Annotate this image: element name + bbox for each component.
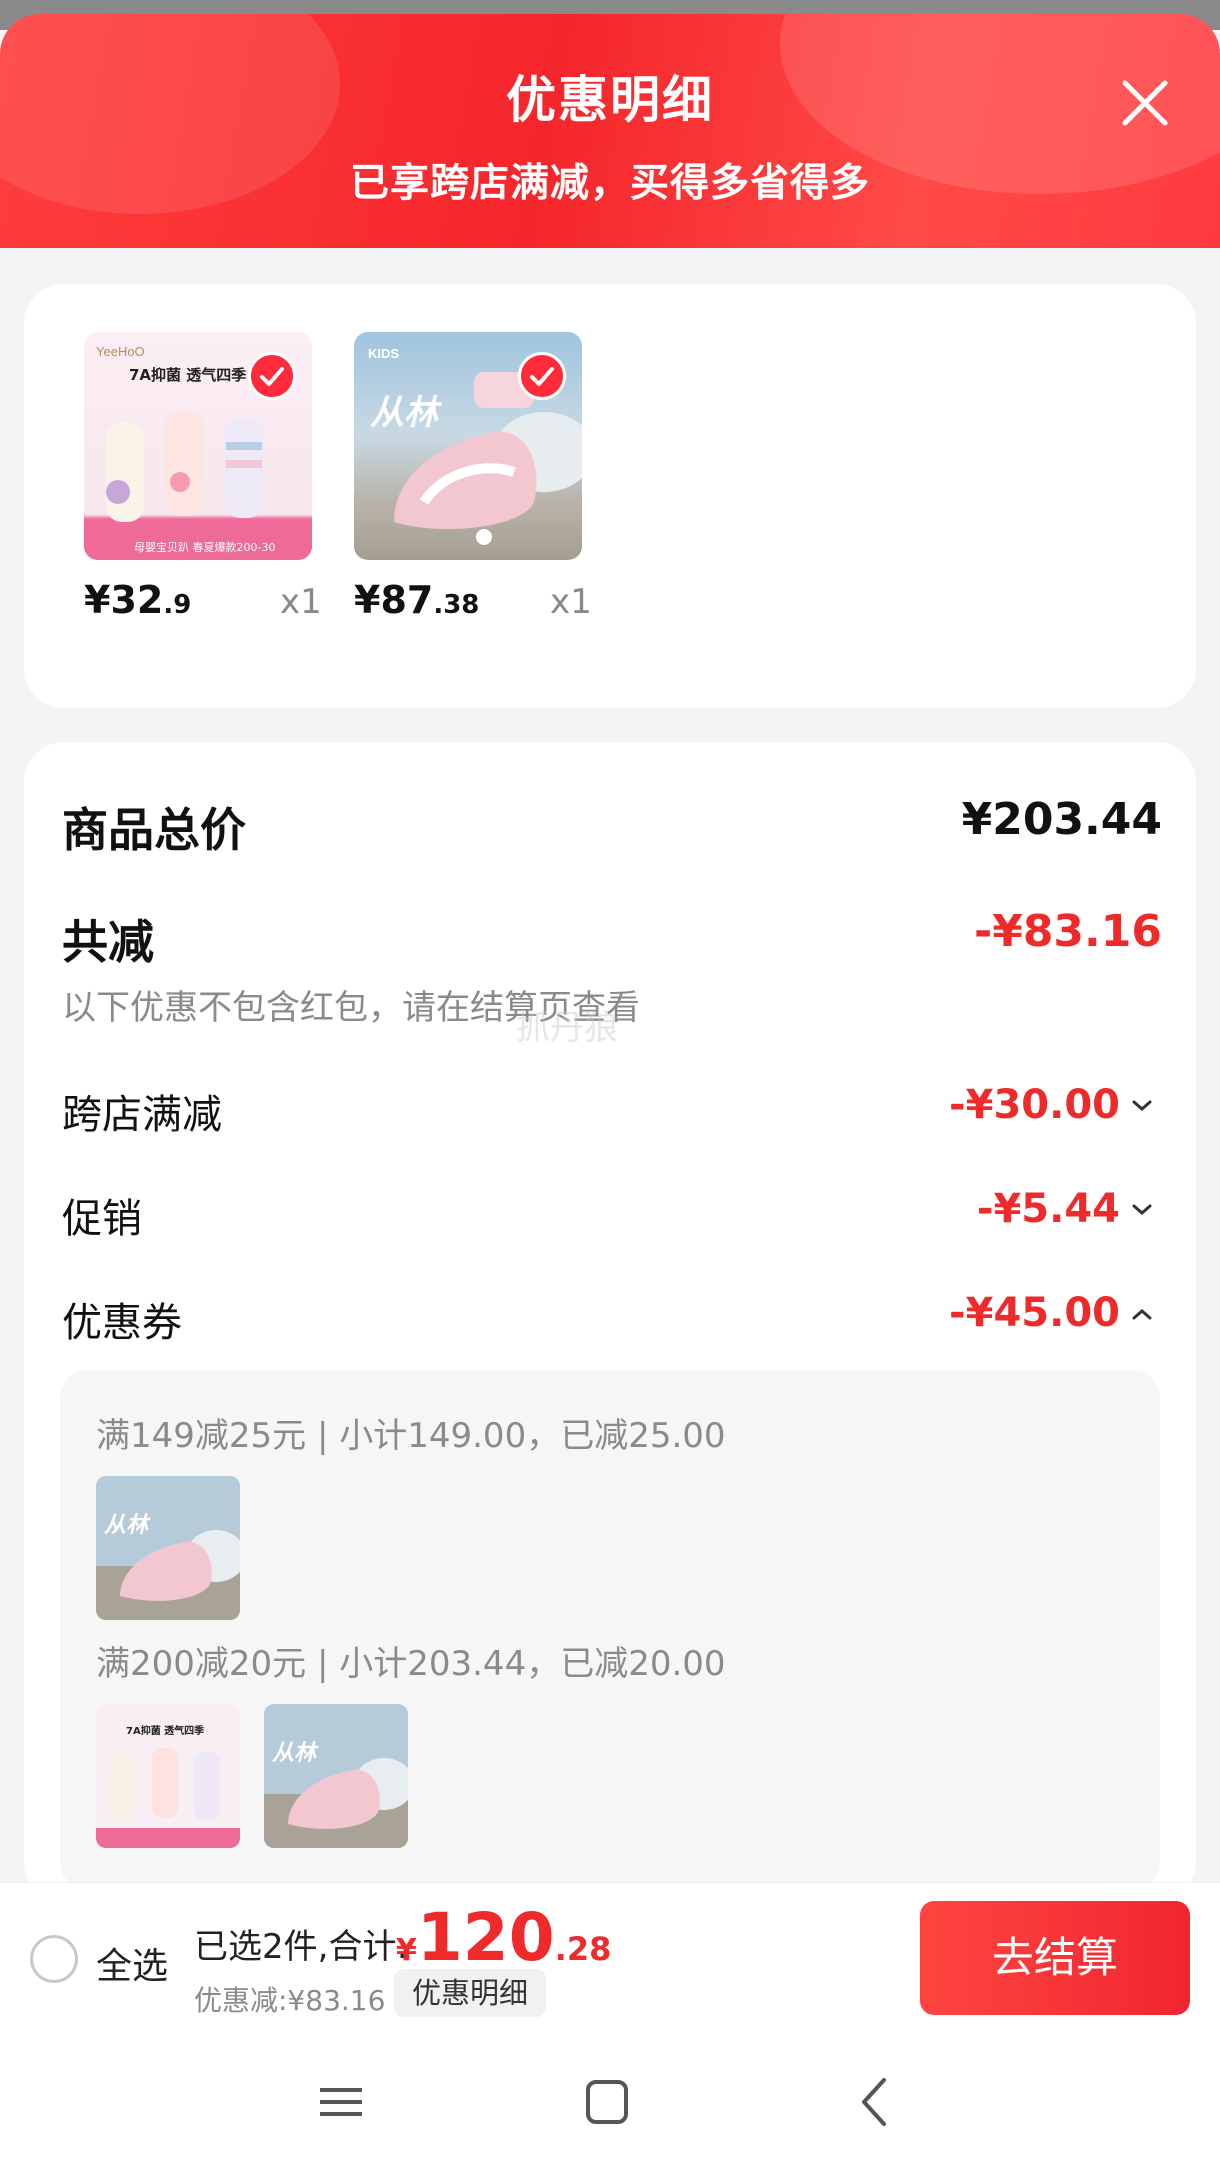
product-quantity: x1 <box>550 582 592 622</box>
system-nav-bar <box>0 2032 1220 2175</box>
watermark: 抓丹狼 <box>516 1008 618 1048</box>
chevron-down-icon[interactable] <box>1130 1094 1154 1118</box>
product-quantity: x1 <box>280 582 322 622</box>
total-price-label: 商品总价 <box>62 803 246 857</box>
screen: 优惠明细 已享跨店满减，买得多省得多 YeeHoO 7A抑菌 透气四季 母婴宝贝… <box>0 0 1220 2175</box>
back-icon[interactable] <box>840 2072 910 2132</box>
coupon-product-image[interactable]: 7A抑菌 透气四季 <box>96 1704 240 1848</box>
total-discount-row: 共减 -¥83.16 <box>62 906 1162 969</box>
saved-amount-text: 优惠减:¥83.16 <box>194 1984 386 2017</box>
product-item[interactable]: YeeHoO 7A抑菌 透气四季 母婴宝贝趴 春夏爆款200-30 <box>84 332 312 560</box>
product-item[interactable]: KIDS 从林 <box>354 332 582 560</box>
svg-text:从林: 从林 <box>272 1741 319 1766</box>
selected-count-text: 已选2件,合计: <box>194 1927 408 1967</box>
sheet-title: 优惠明细 <box>506 71 714 129</box>
product-price: ¥32.9 <box>84 578 192 622</box>
discount-sheet-header: 优惠明细 已享跨店满减，买得多省得多 <box>0 14 1220 248</box>
select-all-label[interactable]: 全选 <box>96 1937 168 1989</box>
coupon-rule-text: 满200减20元 | 小计203.44，已减20.00 <box>96 1644 726 1684</box>
selected-check-icon[interactable] <box>518 352 566 400</box>
product-image[interactable]: KIDS 从林 <box>354 332 582 560</box>
menu-icon[interactable] <box>306 2072 376 2132</box>
discount-line-label: 跨店满减 <box>62 1092 222 1138</box>
total-price-value: ¥203.44 <box>961 794 1162 845</box>
checkout-bar: 全选 已选2件,合计: ¥120.28 优惠减:¥83.16 优惠明细 去结算 <box>0 1882 1220 2032</box>
discount-line-coupon[interactable]: 优惠券 -¥45.00 <box>62 1290 1162 1350</box>
discount-line-label: 优惠券 <box>62 1300 182 1346</box>
price-summary-card: 商品总价 ¥203.44 共减 -¥83.16 以下优惠不包含红包，请在结算页查… <box>24 742 1196 1902</box>
discount-line-value: -¥30.00 <box>949 1082 1120 1128</box>
selected-products-card: YeeHoO 7A抑菌 透气四季 母婴宝贝趴 春夏爆款200-30 ¥32.9 … <box>24 284 1196 708</box>
discount-line-value: -¥5.44 <box>976 1186 1120 1232</box>
discount-line-promotion[interactable]: 促销 -¥5.44 <box>62 1186 1162 1246</box>
coupon-details: 满149减25元 | 小计149.00，已减25.00 从林 满200减20元 … <box>60 1370 1160 1890</box>
sheet-subtitle: 已享跨店满减，买得多省得多 <box>349 161 870 206</box>
brand-logo: YeeHoO <box>96 344 145 359</box>
chevron-up-icon[interactable] <box>1130 1302 1154 1326</box>
brand-logo: KIDS <box>368 346 399 361</box>
home-icon[interactable] <box>572 2072 642 2132</box>
svg-text:从林: 从林 <box>104 1513 151 1538</box>
product-image-banner: 母婴宝贝趴 春夏爆款200-30 <box>134 540 275 554</box>
product-image[interactable]: YeeHoO 7A抑菌 透气四季 母婴宝贝趴 春夏爆款200-30 <box>84 332 312 560</box>
discount-line-value: -¥45.00 <box>949 1290 1120 1336</box>
discount-detail-button[interactable]: 优惠明细 <box>394 1969 547 2017</box>
checkout-total-price: ¥120.28 <box>396 1899 612 1976</box>
total-discount-value: -¥83.16 <box>973 906 1162 957</box>
product-image-caption: 7A抑菌 透气四季 <box>129 366 246 384</box>
coupon-rule-text: 满149减25元 | 小计149.00，已减25.00 <box>96 1416 726 1456</box>
svg-text:7A抑菌 透气四季: 7A抑菌 透气四季 <box>126 1724 205 1737</box>
checkout-button[interactable]: 去结算 <box>920 1901 1190 2015</box>
coupon-product-image[interactable]: 从林 <box>264 1704 408 1848</box>
chevron-down-icon[interactable] <box>1130 1198 1154 1222</box>
discount-line-label: 促销 <box>62 1196 142 1242</box>
select-all-checkbox[interactable] <box>30 1935 78 1983</box>
total-discount-label: 共减 <box>62 915 154 969</box>
product-image-caption: 从林 <box>370 393 442 433</box>
selected-check-icon[interactable] <box>248 352 296 400</box>
discount-line-cross-store[interactable]: 跨店满减 -¥30.00 <box>62 1082 1162 1142</box>
product-price: ¥87.38 <box>354 578 480 622</box>
coupon-product-image[interactable]: 从林 <box>96 1476 240 1620</box>
close-icon[interactable] <box>1120 78 1170 128</box>
total-price-row: 商品总价 ¥203.44 <box>62 794 1162 857</box>
